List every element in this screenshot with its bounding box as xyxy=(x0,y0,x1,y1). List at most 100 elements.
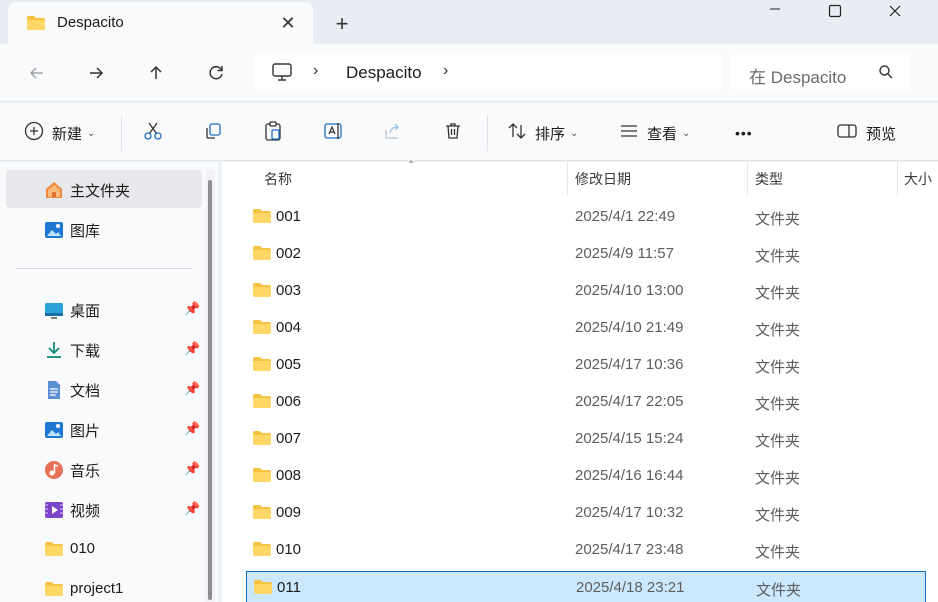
gallery-icon xyxy=(44,220,64,240)
back-button[interactable] xyxy=(22,58,52,88)
sidebar-item-music[interactable]: 音乐 📌 xyxy=(6,450,202,488)
file-row[interactable]: 005 2025/4/17 10:36 文件夹 xyxy=(246,349,926,381)
folder-icon xyxy=(252,393,272,413)
column-header-date[interactable]: 修改日期 xyxy=(575,162,745,196)
pin-icon[interactable]: 📌 xyxy=(184,341,200,357)
trash-icon xyxy=(443,121,463,145)
file-modified-date: 2025/4/10 13:00 xyxy=(575,282,684,299)
folder-icon xyxy=(44,540,64,560)
paste-button[interactable] xyxy=(263,120,283,146)
copy-button[interactable] xyxy=(203,120,223,146)
file-name: 008 xyxy=(276,467,302,484)
breadcrumb-despacito[interactable]: Despacito xyxy=(346,63,422,83)
sort-button[interactable]: 排序 ⌄ xyxy=(507,120,578,146)
view-button[interactable]: 查看 ⌄ xyxy=(619,120,690,146)
file-row[interactable]: 007 2025/4/15 15:24 文件夹 xyxy=(246,423,926,455)
chevron-right-icon[interactable]: › xyxy=(313,62,318,80)
divider xyxy=(121,115,122,151)
refresh-button[interactable] xyxy=(201,58,231,88)
up-button[interactable] xyxy=(141,58,171,88)
file-name: 010 xyxy=(276,541,302,558)
file-row[interactable]: 004 2025/4/10 21:49 文件夹 xyxy=(246,312,926,344)
pin-icon[interactable]: 📌 xyxy=(184,501,200,517)
sidebar-item-label: 010 xyxy=(70,540,96,557)
column-header-size[interactable]: 大小 xyxy=(904,162,938,196)
file-modified-date: 2025/4/17 10:32 xyxy=(575,504,684,521)
sidebar-item-project1[interactable]: project1 xyxy=(6,570,202,602)
file-name: 001 xyxy=(276,208,302,225)
maximize-button[interactable] xyxy=(812,0,858,22)
file-row[interactable]: 011 2025/4/18 23:21 文件夹 xyxy=(246,571,926,602)
column-divider[interactable] xyxy=(567,162,568,196)
rename-button[interactable] xyxy=(323,120,345,146)
column-header-name[interactable]: 名称 xyxy=(264,162,564,196)
sidebar-item-label: 图库 xyxy=(70,223,101,240)
scissors-icon xyxy=(143,121,163,145)
preview-button[interactable]: 预览 xyxy=(836,120,896,146)
file-row[interactable]: 008 2025/4/16 16:44 文件夹 xyxy=(246,460,926,492)
sidebar-item-downloads[interactable]: 下载 📌 xyxy=(6,330,202,368)
pin-icon[interactable]: 📌 xyxy=(184,381,200,397)
file-row[interactable]: 003 2025/4/10 13:00 文件夹 xyxy=(246,275,926,307)
computer-icon xyxy=(271,62,293,87)
folder-icon xyxy=(252,282,272,302)
chevron-down-icon: ⌄ xyxy=(682,127,691,139)
delete-button[interactable] xyxy=(443,120,463,146)
video-icon xyxy=(44,500,64,520)
title-bar: Despacito ✕ + xyxy=(0,0,938,44)
folder-icon xyxy=(44,580,64,600)
home-icon xyxy=(44,180,64,200)
pin-icon[interactable]: 📌 xyxy=(184,301,200,317)
sidebar-item-documents[interactable]: 文档 📌 xyxy=(6,370,202,408)
file-type: 文件夹 xyxy=(755,544,801,561)
folder-icon xyxy=(252,467,272,487)
column-divider[interactable] xyxy=(897,162,898,196)
folder-icon xyxy=(252,245,272,265)
new-tab-button[interactable]: + xyxy=(328,10,356,38)
search-icon[interactable] xyxy=(878,64,894,85)
column-header-type[interactable]: 类型 xyxy=(755,162,895,196)
file-row[interactable]: 010 2025/4/17 23:48 文件夹 xyxy=(246,534,926,566)
column-divider[interactable] xyxy=(747,162,748,196)
sidebar-item-videos[interactable]: 视频 📌 xyxy=(6,490,202,528)
sidebar-item-pictures[interactable]: 图片 📌 xyxy=(6,410,202,448)
file-type: 文件夹 xyxy=(755,433,801,450)
file-modified-date: 2025/4/17 10:36 xyxy=(575,356,684,373)
view-button-label: 查看 xyxy=(647,125,678,143)
sidebar-scrollbar-thumb[interactable] xyxy=(208,180,212,600)
tab-despacito[interactable]: Despacito ✕ xyxy=(8,2,313,44)
file-row[interactable]: 002 2025/4/9 11:57 文件夹 xyxy=(246,238,926,270)
sidebar-item-gallery[interactable]: 图库 xyxy=(6,210,202,248)
file-row[interactable]: 006 2025/4/17 22:05 文件夹 xyxy=(246,386,926,418)
file-name: 006 xyxy=(276,393,302,410)
new-button[interactable]: 新建 ⌄ xyxy=(24,120,95,146)
forward-button[interactable] xyxy=(81,58,111,88)
folder-icon xyxy=(252,208,272,228)
search-input[interactable]: 在 Despacito xyxy=(749,63,846,88)
file-row[interactable]: 001 2025/4/1 22:49 文件夹 xyxy=(246,201,926,233)
cut-button[interactable] xyxy=(143,120,163,146)
sidebar-item-home[interactable]: 主文件夹 xyxy=(6,170,202,208)
folder-icon xyxy=(252,430,272,450)
file-list-scrollbar[interactable] xyxy=(924,196,938,602)
close-tab-icon[interactable]: ✕ xyxy=(276,11,300,35)
chevron-down-icon: ⌄ xyxy=(87,127,96,139)
pin-icon[interactable]: 📌 xyxy=(184,461,200,477)
minimize-button[interactable] xyxy=(752,0,798,22)
sort-button-label: 排序 xyxy=(535,125,566,143)
plus-circle-icon xyxy=(24,121,44,145)
file-type: 文件夹 xyxy=(756,582,802,599)
sidebar-item-desktop[interactable]: 桌面 📌 xyxy=(6,290,202,328)
search-box[interactable]: 在 Despacito xyxy=(731,53,911,91)
document-icon xyxy=(44,380,64,400)
copy-icon xyxy=(203,121,223,145)
file-type: 文件夹 xyxy=(755,248,801,265)
more-options-button[interactable]: ••• xyxy=(735,120,753,146)
sidebar-item-010[interactable]: 010 xyxy=(6,530,202,568)
close-window-button[interactable] xyxy=(872,0,918,22)
pin-icon[interactable]: 📌 xyxy=(184,421,200,437)
address-bar[interactable]: › Despacito › xyxy=(255,53,721,91)
chevron-right-icon[interactable]: › xyxy=(443,62,448,80)
file-modified-date: 2025/4/17 23:48 xyxy=(575,541,684,558)
file-row[interactable]: 009 2025/4/17 10:32 文件夹 xyxy=(246,497,926,529)
